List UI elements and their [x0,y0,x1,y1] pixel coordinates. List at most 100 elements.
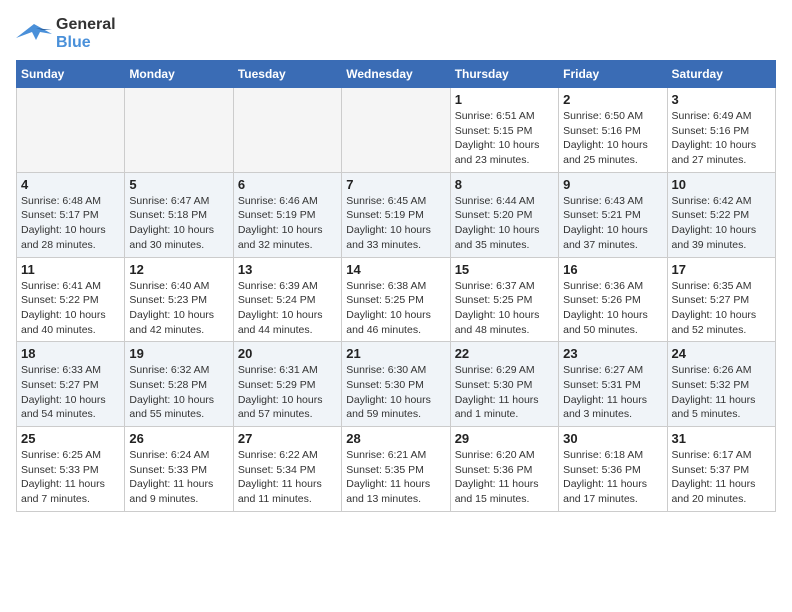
calendar-cell: 13Sunrise: 6:39 AM Sunset: 5:24 PM Dayli… [233,257,341,342]
day-info: Sunrise: 6:25 AM Sunset: 5:33 PM Dayligh… [21,448,120,507]
day-info: Sunrise: 6:39 AM Sunset: 5:24 PM Dayligh… [238,279,337,338]
calendar-cell: 22 Sunrise: 6:29 AM Sunset: 5:30 PM Dayli… [450,342,558,427]
day-info: Sunrise: 6:18 AM Sunset: 5:36 PM Dayligh… [563,448,662,507]
calendar-cell: 20 Sunrise: 6:31 AM Sunset: 5:29 PM Dayli… [233,342,341,427]
day-number: 28 [346,431,445,446]
calendar-cell: 4Sunrise: 6:48 AM Sunset: 5:17 PM Daylig… [17,172,125,257]
day-number: 7 [346,177,445,192]
day-number: 31 [672,431,771,446]
day-info: Sunrise: 6:38 AM Sunset: 5:25 PM Dayligh… [346,279,445,338]
calendar-cell: 3 Sunrise: 6:49 AM Sunset: 5:16 PM Daylig… [667,88,775,173]
weekday-header-sunday: Sunday [17,61,125,88]
day-info: Sunrise: 6:30 AM Sunset: 5:30 PM Dayligh… [346,363,445,422]
day-info: Sunrise: 6:46 AM Sunset: 5:19 PM Dayligh… [238,194,337,253]
day-number: 6 [238,177,337,192]
day-number: 5 [129,177,228,192]
day-info: Sunrise: 6:31 AM Sunset: 5:29 PM Dayligh… [238,363,337,422]
weekday-header-tuesday: Tuesday [233,61,341,88]
day-info: Sunrise: 6:32 AM Sunset: 5:28 PM Dayligh… [129,363,228,422]
day-info: Sunrise: 6:50 AM Sunset: 5:16 PM Dayligh… [563,109,662,168]
calendar-cell: 24 Sunrise: 6:26 AM Sunset: 5:32 PM Dayli… [667,342,775,427]
calendar-week-2: 4Sunrise: 6:48 AM Sunset: 5:17 PM Daylig… [17,172,776,257]
calendar-cell: 11 Sunrise: 6:41 AM Sunset: 5:22 PM Dayli… [17,257,125,342]
calendar-cell: 27 Sunrise: 6:22 AM Sunset: 5:34 PM Dayli… [233,427,341,512]
day-info: Sunrise: 6:27 AM Sunset: 5:31 PM Dayligh… [563,363,662,422]
day-number: 12 [129,262,228,277]
calendar-cell [342,88,450,173]
calendar-cell: 15 Sunrise: 6:37 AM Sunset: 5:25 PM Dayli… [450,257,558,342]
day-info: Sunrise: 6:43 AM Sunset: 5:21 PM Dayligh… [563,194,662,253]
calendar-week-5: 25 Sunrise: 6:25 AM Sunset: 5:33 PM Dayli… [17,427,776,512]
day-number: 29 [455,431,554,446]
day-info: Sunrise: 6:41 AM Sunset: 5:22 PM Dayligh… [21,279,120,338]
day-info: Sunrise: 6:21 AM Sunset: 5:35 PM Dayligh… [346,448,445,507]
weekday-header-thursday: Thursday [450,61,558,88]
day-number: 2 [563,92,662,107]
calendar-cell [17,88,125,173]
day-info: Sunrise: 6:24 AM Sunset: 5:33 PM Dayligh… [129,448,228,507]
calendar-cell: 17 Sunrise: 6:35 AM Sunset: 5:27 PM Dayli… [667,257,775,342]
calendar-week-4: 18 Sunrise: 6:33 AM Sunset: 5:27 PM Dayli… [17,342,776,427]
day-number: 22 [455,346,554,361]
calendar-header-row: SundayMondayTuesdayWednesdayThursdayFrid… [17,61,776,88]
weekday-header-wednesday: Wednesday [342,61,450,88]
day-number: 1 [455,92,554,107]
day-info: Sunrise: 6:36 AM Sunset: 5:26 PM Dayligh… [563,279,662,338]
calendar-week-1: 1 Sunrise: 6:51 AM Sunset: 5:15 PM Daylig… [17,88,776,173]
day-info: Sunrise: 6:29 AM Sunset: 5:30 PM Dayligh… [455,363,554,422]
weekday-header-monday: Monday [125,61,233,88]
calendar-cell: 29 Sunrise: 6:20 AM Sunset: 5:36 PM Dayli… [450,427,558,512]
day-number: 18 [21,346,120,361]
day-number: 23 [563,346,662,361]
day-number: 17 [672,262,771,277]
calendar-cell: 30Sunrise: 6:18 AM Sunset: 5:36 PM Dayli… [559,427,667,512]
logo-icon [16,20,52,48]
day-number: 25 [21,431,120,446]
calendar-cell: 10 Sunrise: 6:42 AM Sunset: 5:22 PM Dayli… [667,172,775,257]
calendar-cell: 23 Sunrise: 6:27 AM Sunset: 5:31 PM Dayli… [559,342,667,427]
calendar-cell: 1 Sunrise: 6:51 AM Sunset: 5:15 PM Daylig… [450,88,558,173]
calendar-cell: 25 Sunrise: 6:25 AM Sunset: 5:33 PM Dayli… [17,427,125,512]
calendar-cell: 21 Sunrise: 6:30 AM Sunset: 5:30 PM Dayli… [342,342,450,427]
logo: General Blue [16,16,116,52]
day-number: 4 [21,177,120,192]
calendar-cell: 9 Sunrise: 6:43 AM Sunset: 5:21 PM Daylig… [559,172,667,257]
calendar-cell: 14Sunrise: 6:38 AM Sunset: 5:25 PM Dayli… [342,257,450,342]
day-number: 16 [563,262,662,277]
calendar-cell: 7Sunrise: 6:45 AM Sunset: 5:19 PM Daylig… [342,172,450,257]
day-info: Sunrise: 6:20 AM Sunset: 5:36 PM Dayligh… [455,448,554,507]
calendar-cell: 28 Sunrise: 6:21 AM Sunset: 5:35 PM Dayli… [342,427,450,512]
day-number: 27 [238,431,337,446]
day-number: 3 [672,92,771,107]
day-number: 26 [129,431,228,446]
day-number: 24 [672,346,771,361]
logo-text: General Blue [56,16,116,52]
day-number: 11 [21,262,120,277]
day-info: Sunrise: 6:42 AM Sunset: 5:22 PM Dayligh… [672,194,771,253]
day-info: Sunrise: 6:33 AM Sunset: 5:27 PM Dayligh… [21,363,120,422]
day-info: Sunrise: 6:47 AM Sunset: 5:18 PM Dayligh… [129,194,228,253]
day-number: 20 [238,346,337,361]
calendar-cell [233,88,341,173]
weekday-header-saturday: Saturday [667,61,775,88]
calendar-cell: 16 Sunrise: 6:36 AM Sunset: 5:26 PM Dayli… [559,257,667,342]
day-number: 10 [672,177,771,192]
day-info: Sunrise: 6:37 AM Sunset: 5:25 PM Dayligh… [455,279,554,338]
day-info: Sunrise: 6:26 AM Sunset: 5:32 PM Dayligh… [672,363,771,422]
calendar-cell: 2 Sunrise: 6:50 AM Sunset: 5:16 PM Daylig… [559,88,667,173]
calendar-week-3: 11 Sunrise: 6:41 AM Sunset: 5:22 PM Dayli… [17,257,776,342]
day-info: Sunrise: 6:51 AM Sunset: 5:15 PM Dayligh… [455,109,554,168]
day-info: Sunrise: 6:49 AM Sunset: 5:16 PM Dayligh… [672,109,771,168]
calendar-cell: 8Sunrise: 6:44 AM Sunset: 5:20 PM Daylig… [450,172,558,257]
day-number: 9 [563,177,662,192]
day-info: Sunrise: 6:22 AM Sunset: 5:34 PM Dayligh… [238,448,337,507]
day-number: 8 [455,177,554,192]
calendar-table: SundayMondayTuesdayWednesdayThursdayFrid… [16,60,776,512]
calendar-cell: 12Sunrise: 6:40 AM Sunset: 5:23 PM Dayli… [125,257,233,342]
calendar-cell: 26 Sunrise: 6:24 AM Sunset: 5:33 PM Dayli… [125,427,233,512]
header: General Blue [16,16,776,52]
weekday-header-friday: Friday [559,61,667,88]
day-number: 21 [346,346,445,361]
day-info: Sunrise: 6:35 AM Sunset: 5:27 PM Dayligh… [672,279,771,338]
day-number: 15 [455,262,554,277]
